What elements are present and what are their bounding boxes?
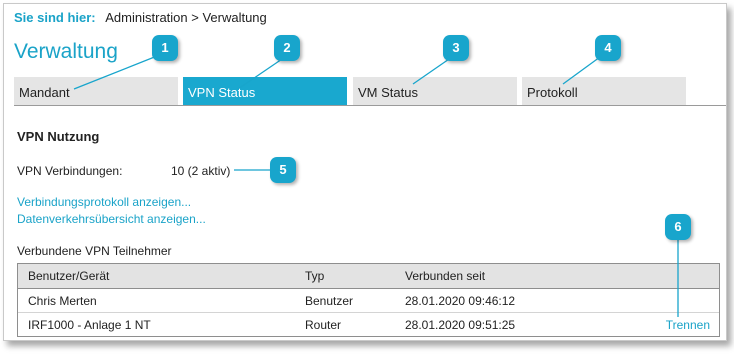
leader-line-2 [237,56,286,90]
leader-line-3 [412,56,453,85]
callout-leader-lines [73,55,679,317]
callout-badge-2: 2 [274,35,300,61]
leader-line-1 [73,55,158,90]
callout-badge-4: 4 [595,35,621,61]
callout-badge-3: 3 [443,35,469,61]
leader-line-4 [562,56,601,85]
callout-badge-5: 5 [270,157,296,183]
callout-badge-6: 6 [665,214,691,240]
callout-badge-1: 1 [152,35,178,61]
